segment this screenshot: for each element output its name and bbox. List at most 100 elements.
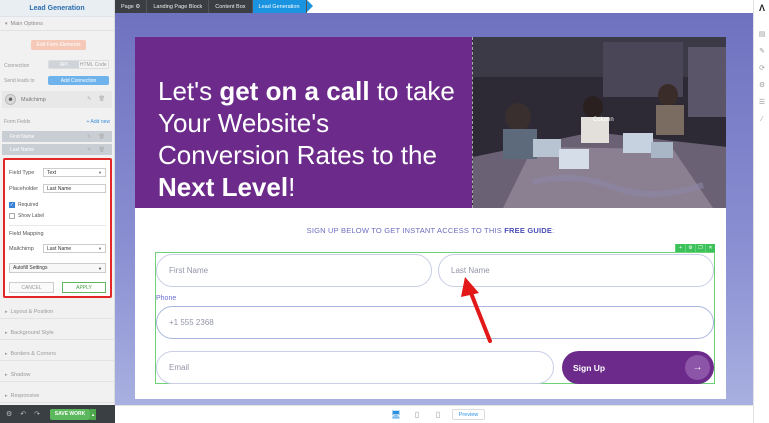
element-toolbar: + ⚙ ❐ ✕ — [675, 244, 715, 252]
connection-label: Connection — [4, 63, 30, 69]
placeholder-input[interactable]: Last Name — [43, 184, 106, 193]
lead-generation-form[interactable]: + ⚙ ❐ ✕ First Name Last Name Phone +1 55… — [155, 244, 715, 384]
email-input[interactable]: Email — [156, 351, 554, 384]
placeholder-label: Placeholder — [9, 186, 39, 192]
breadcrumb-content-box[interactable]: Content Box — [209, 0, 253, 13]
tablet-icon[interactable]: ▯ — [412, 409, 422, 420]
panel-title: Lead Generation — [0, 0, 114, 17]
preview-button[interactable]: Preview — [452, 409, 485, 420]
chevron-right-icon: ▸ — [5, 350, 8, 357]
last-name-input[interactable]: Last Name — [438, 254, 714, 287]
redo-icon[interactable]: ↷ — [34, 410, 40, 418]
mobile-icon[interactable]: ▯ — [433, 409, 443, 420]
section-shadow[interactable]: ▸ Shadow — [0, 368, 114, 382]
edit-form-elements-button[interactable]: Edit Form Elements — [31, 40, 86, 50]
chevron-down-icon: ▼ — [98, 265, 102, 271]
form-field-item[interactable]: Last Name ✎ 🗑 — [2, 144, 112, 155]
chevron-down-icon: ▼ — [98, 170, 102, 175]
add-connection-button[interactable]: Add Connection — [48, 76, 109, 85]
mapping-select[interactable]: Last Name ▼ — [43, 244, 106, 253]
connection-toggle[interactable]: API HTML Code — [48, 60, 109, 69]
settings-icon[interactable]: ⚙ — [6, 410, 12, 418]
landing-page-block[interactable]: Let's get on a call to take Your Website… — [135, 37, 726, 399]
heading-text: Let's — [158, 76, 220, 106]
breadcrumb-landing-page-block[interactable]: Landing Page Block — [147, 0, 210, 13]
connection-html-option[interactable]: HTML Code — [78, 61, 108, 68]
device-preview-bar: 🖥 ▯ ▯ Preview — [115, 405, 753, 423]
required-checkbox[interactable]: ✓ Required — [9, 202, 38, 208]
field-settings-panel: Field Type Text ▼ Placeholder Last Name … — [3, 158, 112, 298]
chevron-right-icon: ▸ — [5, 392, 8, 399]
section-label: Shadow — [10, 371, 31, 378]
signup-subheading[interactable]: SIGN UP BELOW TO GET INSTANT ACCESS TO T… — [135, 226, 726, 235]
section-borders-corners[interactable]: ▸ Borders & Corners — [0, 347, 114, 361]
brush-icon[interactable]: ✎ — [754, 45, 769, 57]
add-new-field-link[interactable]: + Add new — [87, 119, 111, 125]
settings-icon[interactable]: ⚙ — [754, 79, 769, 91]
sign-up-button[interactable]: Sign Up → — [562, 351, 714, 384]
bottom-toolbar: ⚙ ↶ ↷ SAVE WORK ▲ — [0, 405, 115, 423]
form-field-item[interactable]: First Name ✎ 🗑 — [2, 131, 112, 142]
cancel-button[interactable]: CANCEL — [9, 282, 54, 293]
arrow-right-icon: → — [685, 355, 710, 380]
section-background-style[interactable]: ▸ Background Style — [0, 326, 114, 340]
edit-delete-icons[interactable]: ✎ 🗑 — [87, 96, 108, 102]
hero-section: Let's get on a call to take Your Website… — [135, 37, 726, 208]
autofill-settings-select[interactable]: Autofill Settings ▼ — [9, 263, 106, 273]
settings-panel: Lead Generation ▾ Main Options Edit Form… — [0, 0, 115, 423]
section-layout-position[interactable]: ▸ Layout & Position — [0, 305, 114, 319]
main-options-label: Main Options — [10, 20, 43, 27]
field-type-select[interactable]: Text ▼ — [43, 168, 106, 177]
signup-text-end: : — [552, 226, 555, 235]
pages-icon[interactable]: ▤ — [754, 28, 769, 40]
apply-button[interactable]: APPLY — [62, 282, 106, 293]
edit-delete-icons[interactable]: ✎ 🗑 — [87, 134, 108, 140]
breadcrumb: Page ⚙ Landing Page Block Content Box Le… — [115, 0, 313, 13]
signup-bold-text: FREE GUIDE — [504, 226, 553, 235]
save-work-button[interactable]: SAVE WORK — [50, 408, 91, 420]
chevron-down-icon: ▼ — [98, 246, 102, 251]
checkbox-checked-icon: ✓ — [9, 202, 15, 208]
copy-icon[interactable]: ❐ — [695, 244, 705, 252]
integration-row[interactable]: ☻ Mailchimp ✎ 🗑 — [2, 91, 112, 108]
first-name-input[interactable]: First Name — [156, 254, 432, 287]
hero-photo-column[interactable]: Column — [472, 37, 726, 208]
save-options-icon[interactable]: ▲ — [90, 408, 97, 420]
sign-up-label: Sign Up — [573, 362, 606, 373]
settings-icon[interactable]: ⚙ — [685, 244, 695, 252]
phone-input[interactable]: +1 555 2368 — [156, 306, 714, 339]
section-label: Background Style — [10, 329, 54, 336]
add-icon[interactable]: + — [675, 244, 685, 252]
breadcrumb-lead-generation[interactable]: Lead Generation — [252, 0, 307, 13]
section-label: Layout & Position — [10, 308, 54, 315]
connection-api-option[interactable]: API — [49, 61, 79, 68]
field-mapping-label: Field Mapping — [9, 231, 44, 237]
breadcrumb-arrow — [306, 0, 313, 12]
undo-icon[interactable]: ↶ — [20, 410, 26, 418]
form-fields-label: Form Fields — [4, 119, 31, 125]
form-field-label: Last Name — [10, 146, 35, 153]
main-options-header[interactable]: ▾ Main Options — [0, 17, 114, 31]
phone-label: Phone — [156, 295, 177, 302]
heading-text: ! — [288, 172, 296, 202]
settings-icon[interactable]: ⚙ — [135, 4, 140, 10]
required-label: Required — [18, 202, 39, 208]
show-label-label: Show Label — [18, 213, 45, 219]
edit-delete-icons[interactable]: ✎ 🗑 — [87, 147, 108, 153]
hero-heading[interactable]: Let's get on a call to take Your Website… — [158, 75, 458, 203]
signup-text: SIGN UP BELOW TO GET INSTANT ACCESS TO T… — [306, 226, 505, 235]
delete-icon[interactable]: ✕ — [705, 244, 715, 252]
form-field-label: First Name — [10, 133, 35, 140]
code-icon[interactable]: ⁄ — [754, 113, 769, 125]
divider — [9, 225, 106, 226]
layers-icon[interactable]: ☰ — [754, 96, 769, 108]
section-label: Borders & Corners — [10, 350, 57, 357]
history-icon[interactable]: ⟳ — [754, 62, 769, 74]
section-responsive[interactable]: ▸ Responsive — [0, 389, 114, 403]
show-label-checkbox[interactable]: Show Label — [9, 213, 44, 219]
mapping-service-label: Mailchimp — [9, 246, 34, 252]
desktop-icon[interactable]: 🖥 — [391, 409, 401, 420]
breadcrumb-page[interactable]: Page ⚙ — [115, 0, 148, 13]
hero-text-column[interactable]: Let's get on a call to take Your Website… — [135, 37, 472, 208]
breadcrumb-label: Page — [121, 3, 134, 10]
